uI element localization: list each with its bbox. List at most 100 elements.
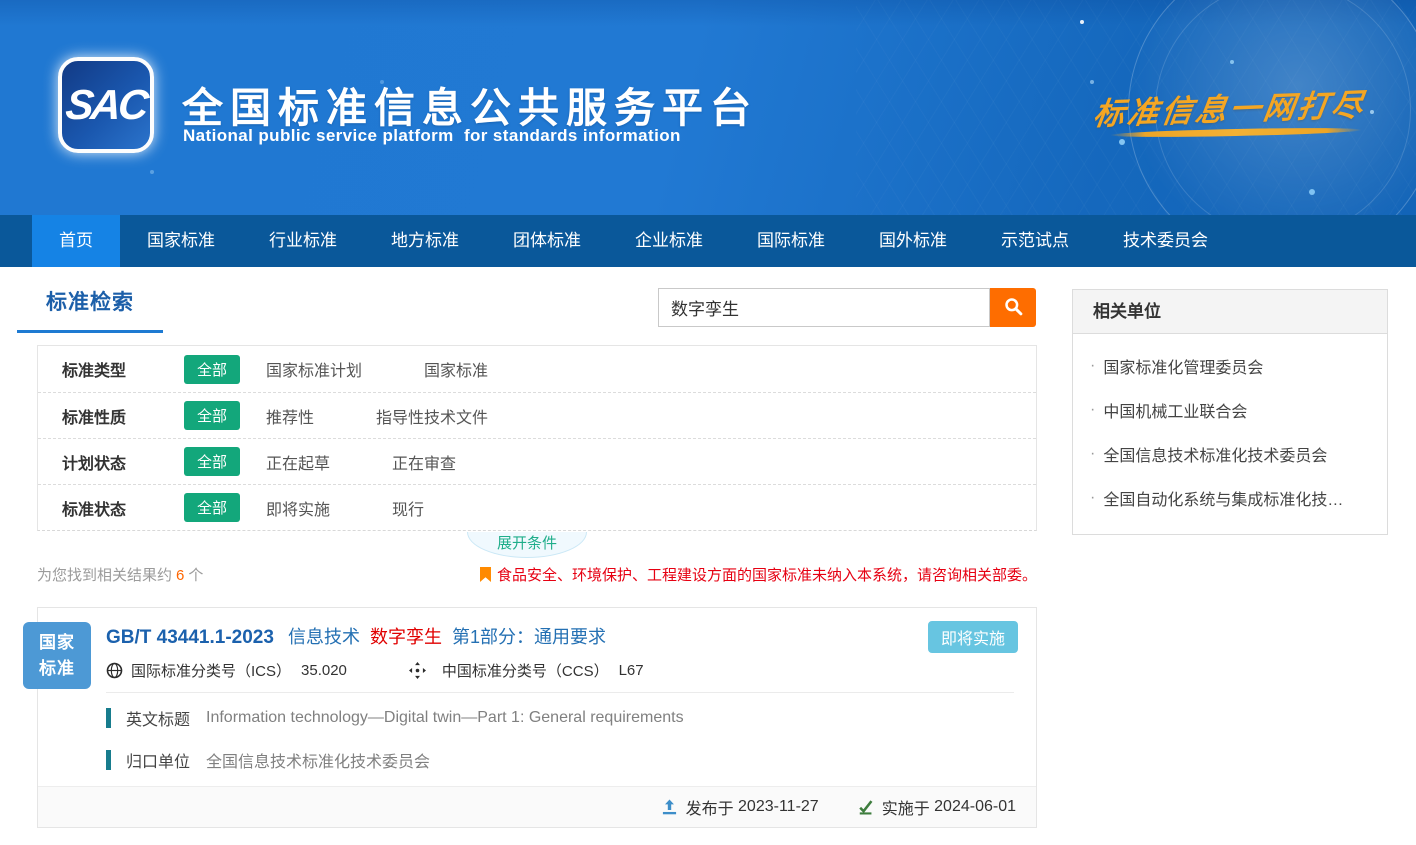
filter-option[interactable]: 正在审查 <box>392 450 456 474</box>
field-label-committee: 归口单位 <box>126 748 190 772</box>
section-title-wrap: 标准检索 <box>17 286 163 333</box>
related-unit-link[interactable]: ·中国机械工业联合会 <box>1073 388 1387 432</box>
ics-value: 35.020 <box>301 662 347 679</box>
filter-all-button[interactable]: 全部 <box>184 493 240 522</box>
filter-label: 标准类型 <box>62 357 162 381</box>
related-unit-link[interactable]: · 全国自动化系统与集成标准化技… <box>1073 476 1387 520</box>
nav-tab-home[interactable]: 首页 <box>32 215 120 267</box>
published-date: 2023-11-27 <box>738 798 819 816</box>
committee-row: 归口单位 全国信息技术标准化技术委员会 <box>106 748 430 772</box>
bullet-dot: · <box>1090 445 1095 463</box>
national-standard-badge: 国家 标准 <box>23 622 91 689</box>
results-count: 为您找到相关结果约6个 <box>37 564 203 585</box>
standard-title-part1[interactable]: 信息技术 <box>288 623 360 649</box>
filter-row-standard-status: 标准状态 全部 即将实施 现行 <box>38 484 1036 530</box>
filter-option[interactable]: 指导性技术文件 <box>376 404 488 428</box>
field-marker <box>106 750 111 770</box>
filter-option[interactable]: 国家标准 <box>424 357 488 381</box>
english-title-row: 英文标题 Information technology—Digital twin… <box>106 706 684 730</box>
site-title: 全国标准信息公共服务平台 <box>182 74 758 134</box>
bullet-dot: · <box>1090 357 1095 375</box>
results-line: 为您找到相关结果约6个 食品安全、环境保护、工程建设方面的国家标准未纳入本系统，… <box>37 564 1037 585</box>
implemented-date: 2024-06-01 <box>934 798 1016 816</box>
field-marker <box>106 708 111 728</box>
system-notice: 食品安全、环境保护、工程建设方面的国家标准未纳入本系统，请咨询相关部委。 <box>480 564 1037 585</box>
bookmark-icon <box>480 567 491 582</box>
field-value-committee: 全国信息技术标准化技术委员会 <box>206 748 430 772</box>
implemented-label: 实施于 <box>882 795 930 819</box>
filter-row-plan-status: 计划状态 全部 正在起草 正在审查 <box>38 438 1036 484</box>
related-unit-label: 中国机械工业联合会 <box>1103 398 1247 422</box>
field-label-english-title: 英文标题 <box>126 706 190 730</box>
globe-icon <box>106 662 123 679</box>
check-icon <box>857 799 874 816</box>
nav-tab-industry-standards[interactable]: 行业标准 <box>242 215 364 267</box>
upload-icon <box>661 799 678 816</box>
related-units-panel: 相关单位 ·国家标准化管理委员会 ·中国机械工业联合会 ·全国信息技术标准化技术… <box>1072 289 1388 535</box>
related-unit-label: 国家标准化管理委员会 <box>1103 354 1263 378</box>
nav-tab-local-standards[interactable]: 地方标准 <box>364 215 486 267</box>
ccs-label: 中国标准分类号（CCS） <box>442 660 609 681</box>
card-footer: 发布于 2023-11-27 实施于 2024-06-01 <box>38 786 1036 827</box>
filter-label: 标准性质 <box>62 404 162 428</box>
search-button[interactable] <box>990 288 1036 327</box>
main-nav: 首页 国家标准 行业标准 地方标准 团体标准 企业标准 国际标准 国外标准 示范… <box>0 215 1416 267</box>
expand-conditions-button[interactable]: 展开条件 <box>467 532 587 558</box>
filter-all-button[interactable]: 全部 <box>184 401 240 430</box>
ccs-group: 中国标准分类号（CCS） L67 <box>409 660 644 681</box>
crosshair-icon <box>409 662 426 679</box>
nav-tab-international-standards[interactable]: 国际标准 <box>730 215 852 267</box>
search-icon <box>1004 297 1023 319</box>
badge-line2: 标准 <box>23 656 91 682</box>
filter-label: 标准状态 <box>62 496 162 520</box>
nav-tab-pilot-demonstration[interactable]: 示范试点 <box>974 215 1096 267</box>
search-input[interactable] <box>658 288 990 327</box>
notice-text: 食品安全、环境保护、工程建设方面的国家标准未纳入本系统，请咨询相关部委。 <box>497 564 1037 585</box>
filter-option[interactable]: 国家标准计划 <box>266 357 362 381</box>
filter-panel: 标准类型 全部 国家标准计划 国家标准 标准性质 全部 推荐性 指导性技术文件 … <box>37 345 1037 531</box>
filter-option[interactable]: 即将实施 <box>266 496 330 520</box>
status-badge: 即将实施 <box>928 621 1018 653</box>
site-subtitle: National public service platform for sta… <box>183 126 681 146</box>
implemented-date-item: 实施于 2024-06-01 <box>857 795 1016 819</box>
filter-option[interactable]: 推荐性 <box>266 404 314 428</box>
sac-logo[interactable]: SAC <box>58 57 154 153</box>
results-count-number: 6 <box>176 567 184 584</box>
related-unit-label: 全国自动化系统与集成标准化技… <box>1103 486 1343 510</box>
related-units-title: 相关单位 <box>1073 290 1387 334</box>
filter-option[interactable]: 正在起草 <box>266 450 330 474</box>
classification-row: 国际标准分类号（ICS） 35.020 中国标准分类号（CCS） L67 <box>106 660 644 681</box>
standard-code[interactable]: GB/T 43441.1-2023 <box>106 627 274 649</box>
related-units-list: ·国家标准化管理委员会 ·中国机械工业联合会 ·全国信息技术标准化技术委员会 ·… <box>1073 334 1387 534</box>
bullet-dot: · <box>1090 489 1095 507</box>
sparkle-dots-decoration <box>1080 20 1084 24</box>
filter-all-button[interactable]: 全部 <box>184 355 240 384</box>
results-count-suffix: 个 <box>188 567 203 584</box>
field-value-english-title: Information technology—Digital twin—Part… <box>206 709 684 727</box>
nav-tab-group-standards[interactable]: 团体标准 <box>486 215 608 267</box>
standard-title-part2[interactable]: 第1部分：通用要求 <box>452 623 606 649</box>
filter-option[interactable]: 现行 <box>392 496 424 520</box>
page-title: 标准检索 <box>46 291 134 314</box>
nav-tab-technical-committees[interactable]: 技术委员会 <box>1096 215 1235 267</box>
site-header: SAC 全国标准信息公共服务平台 National public service… <box>0 0 1416 215</box>
results-count-prefix: 为您找到相关结果约 <box>37 567 172 584</box>
nav-tab-enterprise-standards[interactable]: 企业标准 <box>608 215 730 267</box>
nav-tab-national-standards[interactable]: 国家标准 <box>120 215 242 267</box>
related-unit-link[interactable]: · 全国信息技术标准化技术委员会 <box>1073 432 1387 476</box>
page: SAC 全国标准信息公共服务平台 National public service… <box>0 0 1416 845</box>
badge-line1: 国家 <box>23 630 91 656</box>
filter-row-standard-type: 标准类型 全部 国家标准计划 国家标准 <box>38 346 1036 392</box>
related-unit-link[interactable]: · 国家标准化管理委员会 <box>1073 344 1387 388</box>
filter-all-button[interactable]: 全部 <box>184 447 240 476</box>
nav-tab-foreign-standards[interactable]: 国外标准 <box>852 215 974 267</box>
standard-result-card: 国家 标准 GB/T 43441.1-2023 信息技术 数字孪生 第1部分：通… <box>37 607 1037 828</box>
ics-label: 国际标准分类号（ICS） <box>131 660 291 681</box>
filter-row-standard-nature: 标准性质 全部 推荐性 指导性技术文件 <box>38 392 1036 438</box>
standard-title-highlight[interactable]: 数字孪生 <box>370 623 442 649</box>
card-divider <box>106 692 1014 693</box>
standard-title-link[interactable]: GB/T 43441.1-2023 信息技术 数字孪生 第1部分：通用要求 <box>106 623 616 649</box>
published-date-item: 发布于 2023-11-27 <box>661 795 819 819</box>
related-unit-label: 全国信息技术标准化技术委员会 <box>1103 442 1327 466</box>
published-label: 发布于 <box>686 795 734 819</box>
